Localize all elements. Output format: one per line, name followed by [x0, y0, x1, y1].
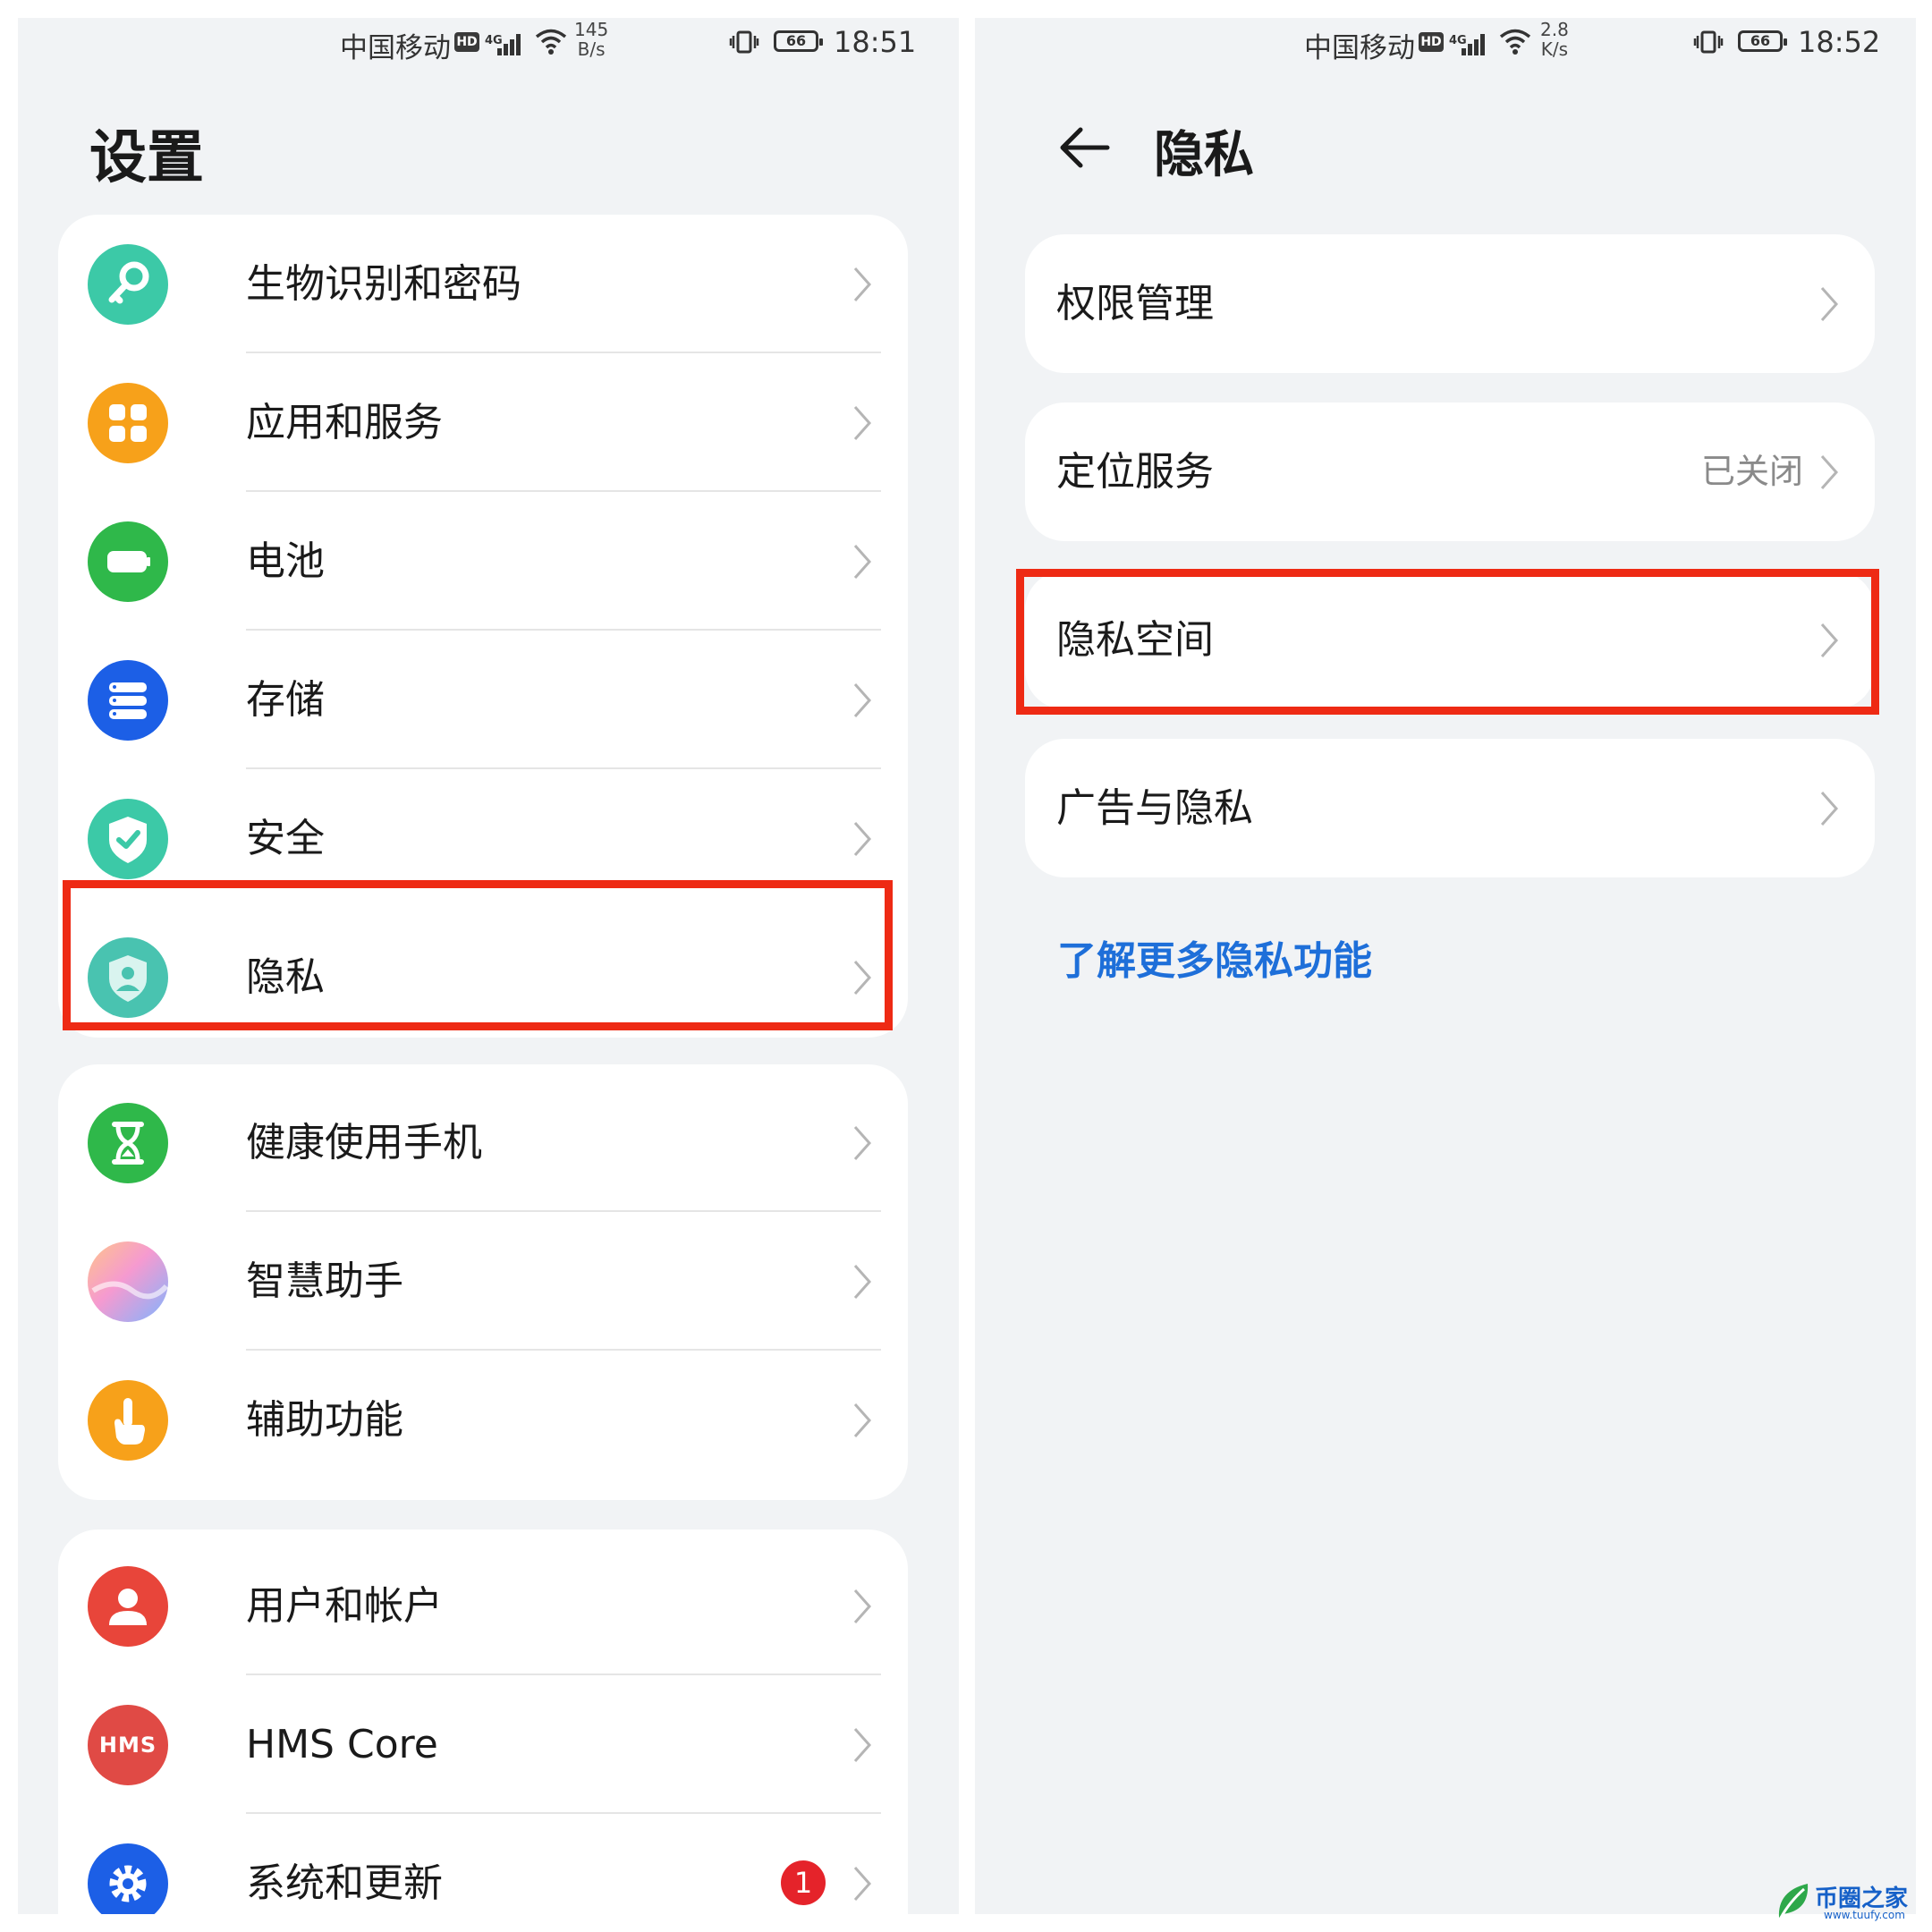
- shield-check-icon: [88, 799, 168, 879]
- hms-icon: HMS: [88, 1705, 168, 1785]
- storage-icon: [88, 660, 168, 741]
- assistant-orb-icon: [88, 1241, 168, 1322]
- chevron-right-icon: [853, 1126, 872, 1160]
- settings-gear-icon: [88, 1843, 168, 1914]
- item-label: 权限管理: [1056, 281, 1214, 326]
- chevron-right-icon: [853, 1403, 872, 1437]
- chevron-right-icon: [1820, 792, 1839, 826]
- settings-item-label: HMS Core: [246, 1722, 438, 1767]
- notification-badge: 1: [781, 1860, 826, 1905]
- net-speed: 145 B/s: [574, 19, 609, 60]
- hd-icon: HD: [1419, 32, 1444, 52]
- watermark-url: www.tuufy.com: [1824, 1909, 1905, 1921]
- carrier-label: 中国移动: [340, 32, 451, 64]
- hourglass-icon: [88, 1103, 168, 1183]
- chevron-right-icon: [853, 822, 872, 856]
- settings-item-label: 智慧助手: [246, 1258, 403, 1304]
- settings-item-apps[interactable]: 应用和服务: [58, 353, 908, 492]
- permission-management-item[interactable]: 权限管理: [1025, 234, 1875, 373]
- settings-item-label: 应用和服务: [246, 400, 443, 445]
- battery-status-icon: 66: [1738, 30, 1787, 52]
- chevron-right-icon: [853, 545, 872, 579]
- net-speed: 2.8 K/s: [1540, 19, 1569, 60]
- settings-group-3: 用户和帐户 HMS HMS Core 系统和更新 1: [58, 1530, 908, 1914]
- settings-item-label: 辅助功能: [246, 1397, 403, 1443]
- status-value: 已关闭: [1700, 452, 1803, 491]
- settings-item-hms-core[interactable]: HMS HMS Core: [58, 1675, 908, 1814]
- settings-item-biometrics[interactable]: 生物识别和密码: [58, 215, 908, 353]
- carrier-label: 中国移动: [1304, 32, 1415, 64]
- chevron-right-icon: [853, 1728, 872, 1762]
- page-title: 隐私: [1154, 126, 1254, 184]
- settings-item-accessibility[interactable]: 辅助功能: [58, 1351, 908, 1489]
- key-icon: [88, 244, 168, 325]
- settings-item-label: 系统和更新: [246, 1860, 443, 1906]
- battery-icon: [88, 521, 168, 602]
- wifi-icon: [535, 29, 567, 55]
- leaf-logo-icon: [1778, 1884, 1809, 1919]
- settings-item-label: 存储: [246, 677, 325, 723]
- settings-item-label: 用户和帐户: [246, 1583, 443, 1629]
- page-title: 设置: [89, 125, 204, 191]
- status-bar: 中国移动 HD 4G 2.8 K/s 66 18:52: [975, 18, 1916, 89]
- settings-item-assistant[interactable]: 智慧助手: [58, 1212, 908, 1351]
- status-bar: 中国移动 HD 4G 145 B/s 66 18:51: [18, 18, 959, 89]
- privacy-screen: 中国移动 HD 4G 2.8 K/s 66 18:52 隐私 权限管理 定位服务 …: [975, 18, 1916, 1914]
- chevron-right-icon: [1820, 287, 1839, 321]
- vibrate-icon: [1693, 30, 1724, 54]
- chevron-right-icon: [853, 1867, 872, 1901]
- settings-item-digital-balance[interactable]: 健康使用手机: [58, 1073, 908, 1212]
- chevron-right-icon: [853, 1589, 872, 1623]
- chevron-right-icon: [853, 267, 872, 301]
- back-arrow-icon[interactable]: [1054, 121, 1116, 174]
- chevron-right-icon: [853, 406, 872, 440]
- settings-item-label: 健康使用手机: [246, 1120, 482, 1165]
- clock: 18:51: [834, 25, 917, 59]
- settings-item-storage[interactable]: 存储: [58, 631, 908, 769]
- item-label: 定位服务: [1056, 449, 1214, 495]
- battery-status-icon: 66: [774, 30, 823, 52]
- chevron-right-icon: [853, 1265, 872, 1299]
- vibrate-icon: [729, 30, 759, 54]
- ads-privacy-item[interactable]: 广告与隐私: [1025, 739, 1875, 877]
- wifi-icon: [1499, 29, 1531, 55]
- chevron-right-icon: [853, 683, 872, 717]
- settings-item-label: 生物识别和密码: [246, 261, 521, 307]
- watermark: 币圈之家 www.tuufy.com: [1774, 1875, 1921, 1928]
- clock: 18:52: [1798, 25, 1881, 59]
- highlight-box-privacy: [63, 880, 893, 1030]
- chevron-right-icon: [1820, 455, 1839, 489]
- hd-icon: HD: [454, 32, 479, 52]
- location-services-item[interactable]: 定位服务 已关闭: [1025, 402, 1875, 541]
- signal-icon: 4G: [485, 29, 521, 55]
- settings-item-system-update[interactable]: 系统和更新 1: [58, 1814, 908, 1914]
- settings-item-battery[interactable]: 电池: [58, 492, 908, 631]
- highlight-box-private-space: [1016, 569, 1879, 715]
- item-label: 广告与隐私: [1056, 785, 1253, 831]
- apps-grid-icon: [88, 383, 168, 463]
- learn-more-privacy-link[interactable]: 了解更多隐私功能: [1057, 928, 1372, 986]
- user-icon: [88, 1566, 168, 1647]
- settings-item-label: 电池: [246, 538, 325, 584]
- settings-group-2: 健康使用手机 智慧助手 辅助功能: [58, 1064, 908, 1500]
- signal-icon: 4G: [1449, 29, 1485, 55]
- settings-item-users[interactable]: 用户和帐户: [58, 1537, 908, 1675]
- hand-touch-icon: [88, 1380, 168, 1461]
